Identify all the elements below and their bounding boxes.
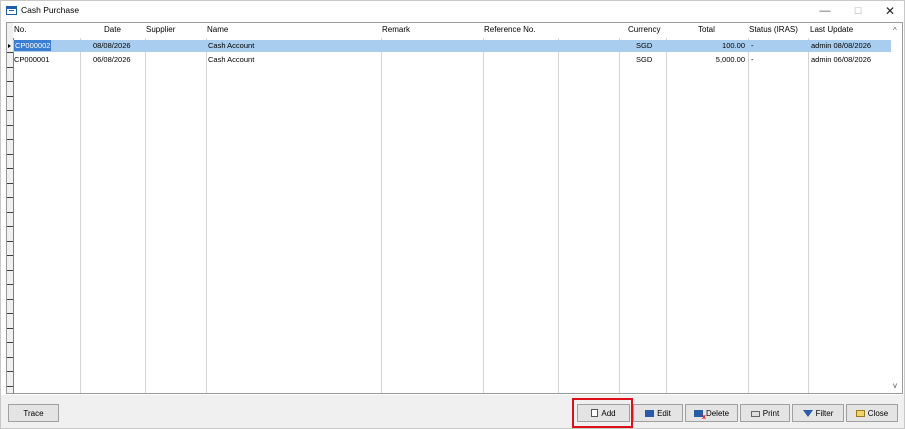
edit-button-label: Edit bbox=[657, 408, 671, 418]
row-selector-tick bbox=[7, 182, 13, 184]
row-selector-tick bbox=[7, 139, 13, 140]
close-window-button[interactable]: ✕ bbox=[883, 4, 897, 18]
table-icon bbox=[6, 6, 17, 15]
column-header-date[interactable]: Date bbox=[104, 25, 121, 34]
column-divider bbox=[558, 23, 559, 393]
column-header-last-update[interactable]: Last Update bbox=[810, 25, 853, 34]
column-divider bbox=[206, 23, 207, 393]
title-bar: Cash Purchase — ☐ ✕ bbox=[1, 1, 904, 21]
filter-button-label: Filter bbox=[815, 408, 834, 418]
cell-last-update: admin 06/08/2026 bbox=[811, 55, 872, 64]
cell-total: 100.00 bbox=[722, 41, 745, 50]
delete-button[interactable]: Delete bbox=[685, 404, 738, 422]
column-divider bbox=[748, 23, 749, 393]
edit-icon bbox=[645, 409, 655, 417]
row-selector-tick bbox=[7, 269, 13, 271]
column-header-no[interactable]: No. bbox=[14, 25, 26, 34]
cell-last-update: admin 08/08/2026 bbox=[811, 41, 872, 50]
row-selector-tick bbox=[7, 255, 13, 256]
button-bar: Trace Add Edit Delete Print Filter Close bbox=[1, 395, 904, 428]
column-header-total[interactable]: Total bbox=[698, 25, 715, 34]
cell-currency: SGD bbox=[636, 55, 653, 64]
close-folder-icon bbox=[855, 409, 865, 417]
cell-status: - bbox=[751, 55, 754, 64]
current-row-pointer-icon bbox=[8, 44, 11, 48]
row-selector-tick bbox=[7, 124, 13, 126]
cell-status: - bbox=[751, 41, 754, 50]
row-selector-tick bbox=[7, 110, 13, 111]
edit-button[interactable]: Edit bbox=[633, 404, 683, 422]
cell-name: Cash Account bbox=[208, 41, 255, 50]
print-button[interactable]: Print bbox=[740, 404, 790, 422]
add-button-highlight bbox=[572, 398, 633, 428]
purchase-grid[interactable]: No. Date Supplier Name Remark Reference … bbox=[6, 22, 903, 394]
filter-icon bbox=[802, 409, 813, 417]
row-selector-tick bbox=[7, 284, 13, 285]
close-button[interactable]: Close bbox=[846, 404, 898, 422]
print-icon bbox=[750, 411, 760, 417]
table-row[interactable]: CP000002 08/08/2026 Cash Account SGD 100… bbox=[13, 40, 891, 52]
column-divider bbox=[619, 23, 620, 393]
row-selector-tick bbox=[7, 168, 13, 169]
cell-currency: SGD bbox=[636, 41, 653, 50]
cell-date: 08/08/2026 bbox=[93, 41, 131, 50]
column-header-name[interactable]: Name bbox=[207, 25, 228, 34]
row-selector-tick bbox=[7, 211, 13, 213]
row-indicator-gutter bbox=[7, 23, 14, 393]
column-divider bbox=[381, 23, 382, 393]
vertical-scrollbar[interactable]: ^ v bbox=[891, 23, 902, 393]
row-selector-tick bbox=[7, 52, 13, 53]
column-header-supplier[interactable]: Supplier bbox=[146, 25, 175, 34]
table-row[interactable]: CP000001 06/08/2026 Cash Account SGD 5,0… bbox=[13, 54, 891, 66]
cash-purchase-window: Cash Purchase — ☐ ✕ No. Date Supplier Na… bbox=[0, 0, 905, 429]
row-selector-tick bbox=[7, 153, 13, 155]
row-selector-tick bbox=[7, 298, 13, 300]
row-selector-tick bbox=[7, 197, 13, 198]
maximize-button[interactable]: ☐ bbox=[851, 4, 865, 18]
column-divider bbox=[666, 23, 667, 393]
minimize-button[interactable]: — bbox=[818, 4, 832, 18]
row-selector-tick bbox=[7, 371, 13, 372]
column-header-currency[interactable]: Currency bbox=[628, 25, 660, 34]
delete-icon bbox=[693, 409, 706, 421]
grid-header: No. Date Supplier Name Remark Reference … bbox=[13, 23, 891, 38]
row-selector-tick bbox=[7, 66, 13, 68]
column-header-remark[interactable]: Remark bbox=[382, 25, 410, 34]
column-header-status-iras[interactable]: Status (IRAS) bbox=[749, 25, 798, 34]
cell-name: Cash Account bbox=[208, 55, 255, 64]
column-divider bbox=[145, 23, 146, 393]
row-selector-tick bbox=[7, 342, 13, 343]
row-selector-tick bbox=[7, 95, 13, 97]
trace-button[interactable]: Trace bbox=[8, 404, 59, 422]
delete-button-label: Delete bbox=[705, 408, 730, 418]
row-selector-tick bbox=[7, 356, 13, 358]
column-divider bbox=[808, 23, 809, 393]
column-divider bbox=[483, 23, 484, 393]
column-header-reference-no[interactable]: Reference No. bbox=[484, 25, 536, 34]
row-selector-tick bbox=[7, 385, 13, 387]
trace-button-label: Trace bbox=[23, 408, 44, 418]
scroll-up-icon[interactable]: ^ bbox=[893, 26, 897, 35]
column-divider bbox=[80, 23, 81, 393]
row-selector-tick bbox=[7, 81, 13, 82]
row-selector-tick bbox=[7, 226, 13, 227]
scroll-down-icon[interactable]: v bbox=[893, 381, 897, 390]
row-selector-tick bbox=[7, 240, 13, 242]
filter-button[interactable]: Filter bbox=[792, 404, 844, 422]
window-title: Cash Purchase bbox=[21, 5, 80, 15]
cell-date: 06/08/2026 bbox=[93, 55, 131, 64]
cell-no: CP000001 bbox=[14, 55, 50, 64]
row-selector-tick bbox=[7, 313, 13, 314]
cell-total: 5,000.00 bbox=[715, 55, 745, 64]
print-button-label: Print bbox=[762, 408, 780, 418]
row-selector-tick bbox=[7, 327, 13, 329]
close-button-label: Close bbox=[867, 408, 889, 418]
cell-no: CP000002 bbox=[14, 40, 52, 51]
